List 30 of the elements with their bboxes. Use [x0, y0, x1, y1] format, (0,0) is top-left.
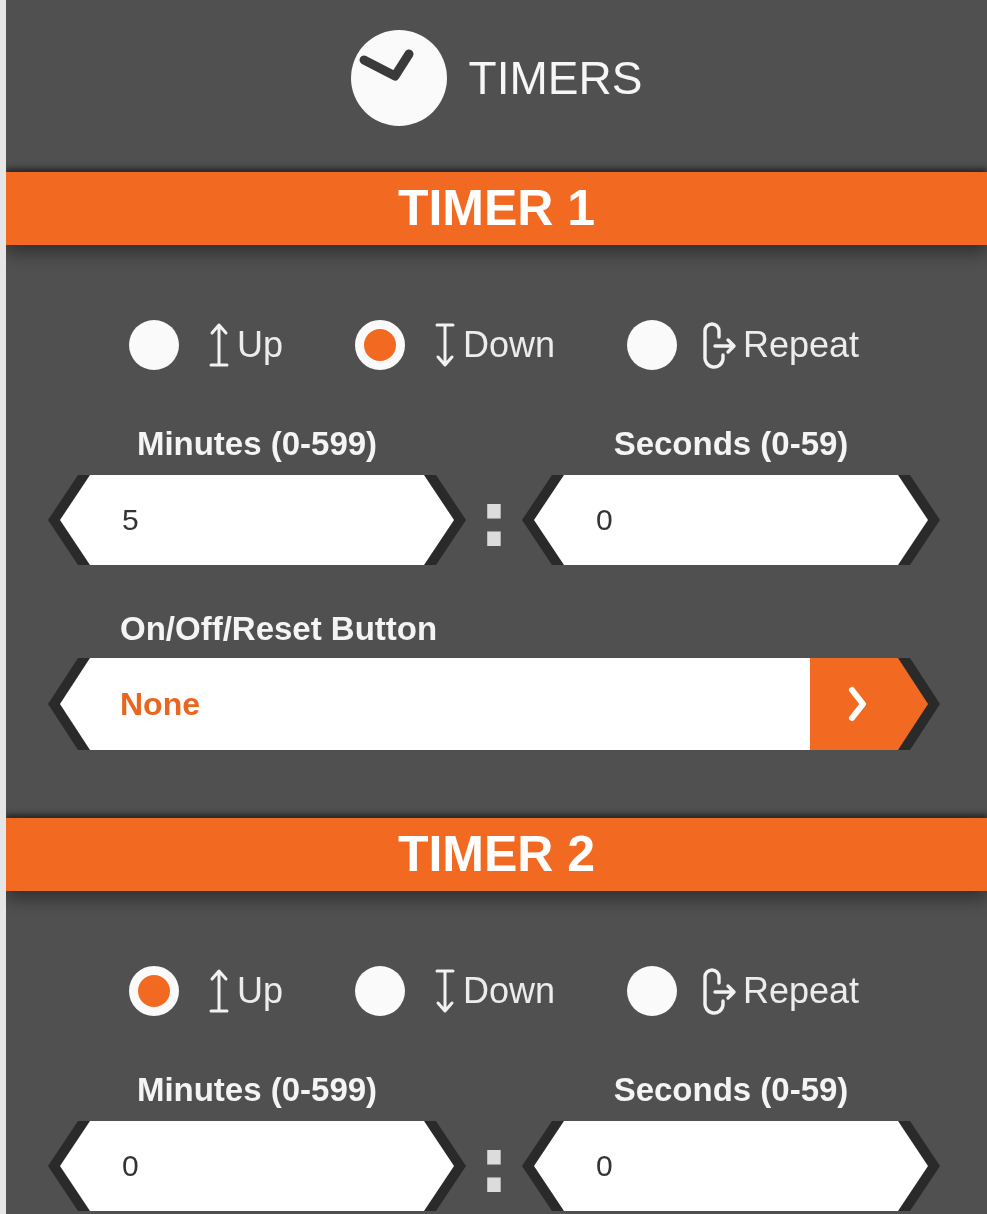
option-label: Down — [462, 324, 555, 366]
timer-header-bar: TIMER 2 — [6, 818, 987, 891]
repeat-icon — [701, 967, 737, 1015]
minutes-field[interactable]: 0 — [48, 1121, 466, 1211]
chevron-right-icon — [848, 686, 868, 722]
repeat-icon — [701, 321, 737, 369]
seconds-field[interactable]: 0 — [522, 475, 940, 565]
option-label: Up — [236, 970, 283, 1012]
radio-button[interactable] — [354, 320, 405, 370]
timer-header-bar: TIMER 1 — [6, 172, 987, 245]
option-label: Repeat — [743, 970, 860, 1012]
radio-button[interactable] — [627, 320, 677, 370]
time-separator: : — [478, 480, 510, 560]
field-label: Minutes (0-599) — [136, 425, 378, 462]
option-label: Repeat — [743, 324, 860, 366]
minutes-field[interactable]: 5 — [48, 475, 466, 565]
time-separator: : — [478, 1126, 510, 1206]
radio-button[interactable] — [627, 966, 677, 1016]
clock-icon — [350, 30, 447, 126]
field-label: On/Off/Reset Button — [120, 610, 438, 647]
option-label: Up — [236, 324, 283, 366]
option-label: Down — [462, 970, 555, 1012]
radio-button[interactable] — [128, 966, 179, 1016]
field-label: Minutes (0-599) — [136, 1071, 378, 1108]
seconds-field[interactable]: 0 — [522, 1121, 940, 1211]
radio-button[interactable] — [354, 966, 405, 1016]
page-title: TIMERS — [468, 51, 643, 106]
field-label: Seconds (0-59) — [613, 1071, 849, 1108]
field-label: Seconds (0-59) — [613, 425, 849, 462]
radio-button[interactable] — [128, 320, 179, 370]
